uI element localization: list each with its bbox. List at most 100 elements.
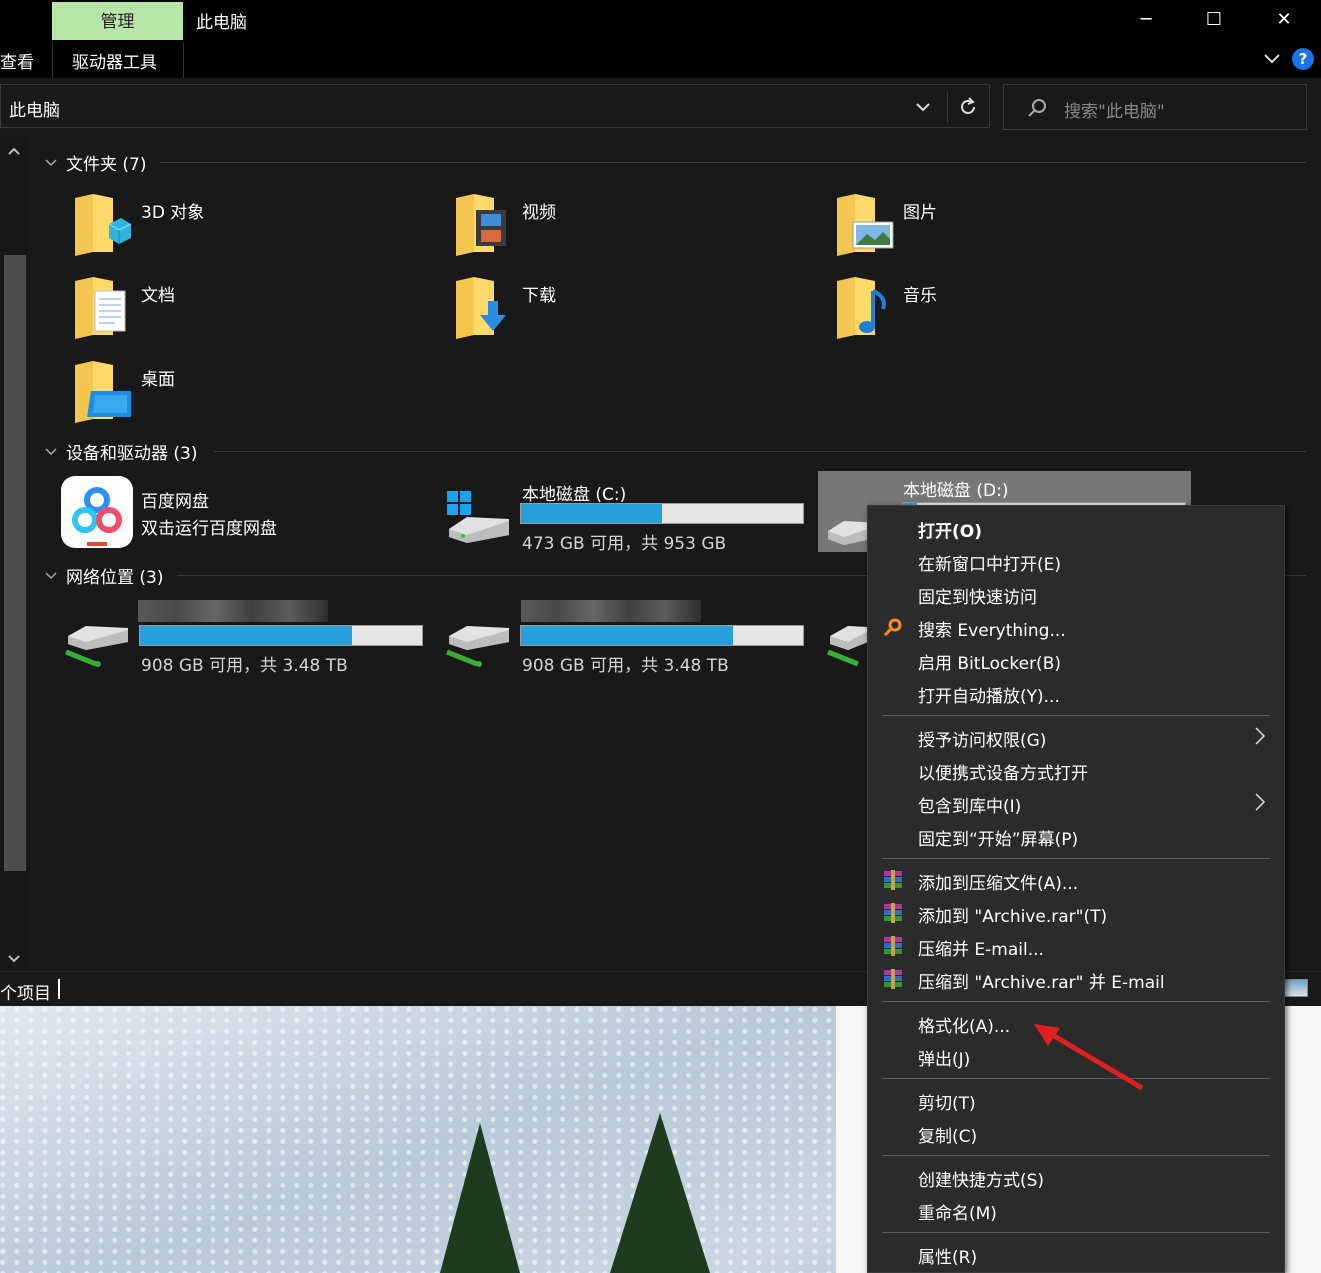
pictures-folder-icon (837, 194, 894, 256)
folder-documents[interactable]: 文档 (73, 275, 403, 345)
network-drive-3[interactable] (822, 600, 868, 670)
folder-label: 桌面 (141, 370, 175, 390)
menu-label: 剪切(T) (918, 1094, 976, 1114)
vertical-scrollbar[interactable] (0, 137, 28, 969)
menu-label: 打开自动播放(Y)... (918, 687, 1060, 707)
drive-c[interactable]: 本地磁盘 (C:) 473 GB 可用，共 953 GB (441, 475, 811, 557)
menu-pin-quick-access[interactable]: 固定到快速访问 (868, 577, 1284, 609)
menu-open-autoplay[interactable]: 打开自动播放(Y)... (868, 676, 1284, 708)
network-drive-space: 908 GB 可用，共 3.48 TB (141, 656, 348, 676)
menu-rename[interactable]: 重命名(M) (868, 1193, 1284, 1225)
winrar-icon (884, 903, 902, 923)
chevron-down-icon[interactable] (906, 91, 940, 123)
menu-compress-email[interactable]: 压缩并 E-mail... (868, 929, 1284, 961)
help-icon[interactable]: ? (1292, 48, 1314, 70)
close-button[interactable]: ✕ (1249, 0, 1319, 40)
menu-label: 重命名(M) (918, 1204, 997, 1224)
manage-tab[interactable]: 管理 (52, 2, 183, 41)
menu-compress-rar-email[interactable]: 压缩到 "Archive.rar" 并 E-mail (868, 962, 1284, 994)
redacted-name (521, 600, 701, 622)
menu-label: 压缩到 "Archive.rar" 并 E-mail (918, 973, 1165, 993)
menu-include-library[interactable]: 包含到库中(I) (868, 786, 1284, 818)
baidu-netdisk-name: 百度网盘 (141, 492, 209, 512)
folders-group-label: 文件夹 (7) (66, 155, 147, 175)
music-folder-icon (837, 277, 886, 339)
magnifier-icon (883, 618, 902, 637)
winrar-icon (884, 936, 902, 956)
ribbon-divider (52, 42, 53, 78)
search-box[interactable]: 搜索"此电脑" (1003, 84, 1307, 130)
search-icon (1028, 99, 1046, 117)
devices-group-header[interactable]: 设备和驱动器 (3) (44, 439, 197, 464)
maximize-button[interactable]: ☐ (1179, 0, 1249, 40)
scroll-thumb[interactable] (4, 255, 26, 871)
folder-label: 视频 (522, 203, 556, 223)
refresh-icon[interactable] (947, 91, 988, 123)
menu-copy[interactable]: 复制(C) (868, 1116, 1284, 1148)
3d-objects-folder-icon (75, 194, 132, 256)
menu-label: 在新窗口中打开(E) (918, 555, 1062, 575)
menu-open[interactable]: 打开(O) (868, 511, 1284, 543)
network-drive-2[interactable]: 908 GB 可用，共 3.48 TB (441, 600, 811, 676)
menu-enable-bitlocker[interactable]: 启用 BitLocker(B) (868, 643, 1284, 675)
folder-desktop[interactable]: 桌面 (73, 359, 403, 429)
network-drive-1[interactable]: 908 GB 可用，共 3.48 TB (60, 600, 430, 676)
menu-label: 启用 BitLocker(B) (918, 654, 1061, 674)
folder-downloads[interactable]: 下载 (454, 275, 784, 345)
network-drive-icon (827, 626, 868, 667)
group-divider (160, 162, 1306, 163)
folder-videos[interactable]: 视频 (454, 192, 784, 262)
menu-add-archive[interactable]: 添加到压缩文件(A)... (868, 863, 1284, 895)
menu-pin-start[interactable]: 固定到“开始”屏幕(P) (868, 819, 1284, 851)
redacted-name (138, 600, 328, 622)
winrar-icon (884, 969, 902, 989)
folders-group-header[interactable]: 文件夹 (7) (44, 150, 146, 175)
folder-label: 下载 (522, 286, 556, 306)
search-placeholder: 搜索"此电脑" (1064, 102, 1165, 122)
address-path: 此电脑 (9, 101, 60, 121)
drive-d-name: 本地磁盘 (D:) (903, 481, 1009, 501)
desktop-folder-icon (75, 361, 131, 423)
folder-label: 音乐 (903, 286, 937, 306)
address-bar[interactable]: 此电脑 (0, 84, 990, 128)
menu-separator (882, 858, 1270, 859)
devices-group-label: 设备和驱动器 (3) (66, 444, 198, 464)
folder-pictures[interactable]: 图片 (835, 192, 1165, 262)
tab-view[interactable]: 查看 (0, 48, 34, 73)
baidu-netdisk-item[interactable]: 百度网盘 双击运行百度网盘 (60, 475, 430, 557)
menu-separator (882, 1232, 1270, 1233)
large-icons-view-icon[interactable] (1284, 979, 1308, 997)
chevron-right-icon (1255, 793, 1266, 811)
chevron-down-icon (45, 158, 57, 166)
network-drive-icon (65, 626, 128, 667)
scroll-up-icon[interactable] (5, 143, 23, 161)
menu-open-new-window[interactable]: 在新窗口中打开(E) (868, 544, 1284, 576)
title-bar: 管理 此电脑 ─ ☐ ✕ (0, 0, 1321, 41)
network-drive-usage-bar (139, 625, 423, 646)
menu-add-archive-rar[interactable]: 添加到 "Archive.rar"(T) (868, 896, 1284, 928)
network-group-label: 网络位置 (3) (66, 568, 164, 588)
menu-separator (882, 1001, 1270, 1002)
minimize-button[interactable]: ─ (1111, 0, 1181, 40)
chevron-down-icon[interactable] (1262, 48, 1282, 68)
menu-give-access[interactable]: 授予访问权限(G) (868, 720, 1284, 752)
drive-c-name: 本地磁盘 (C:) (522, 485, 627, 505)
winrar-icon (884, 870, 902, 890)
baidu-netdisk-subtitle: 双击运行百度网盘 (141, 519, 277, 539)
menu-search-everything[interactable]: 搜索 Everything... (868, 610, 1284, 642)
network-group-header[interactable]: 网络位置 (3) (44, 563, 163, 588)
menu-create-shortcut[interactable]: 创建快捷方式(S) (868, 1160, 1284, 1192)
folder-3d-objects[interactable]: 3D 对象 (73, 192, 403, 262)
folder-music[interactable]: 音乐 (835, 275, 1165, 345)
tab-drive-tools[interactable]: 驱动器工具 (72, 48, 157, 73)
context-menu: 打开(O) 在新窗口中打开(E) 固定到快速访问 搜索 Everything..… (867, 505, 1285, 1273)
scroll-down-icon[interactable] (5, 949, 23, 967)
menu-label: 格式化(A)... (918, 1017, 1011, 1037)
menu-label: 弹出(J) (918, 1050, 971, 1070)
menu-label: 授予访问权限(G) (918, 731, 1047, 751)
menu-properties[interactable]: 属性(R) (868, 1237, 1284, 1269)
menu-open-portable[interactable]: 以便携式设备方式打开 (868, 753, 1284, 785)
menu-label: 添加到 "Archive.rar"(T) (918, 907, 1108, 927)
network-drive-usage-fill (521, 626, 733, 645)
group-divider (214, 451, 1306, 452)
